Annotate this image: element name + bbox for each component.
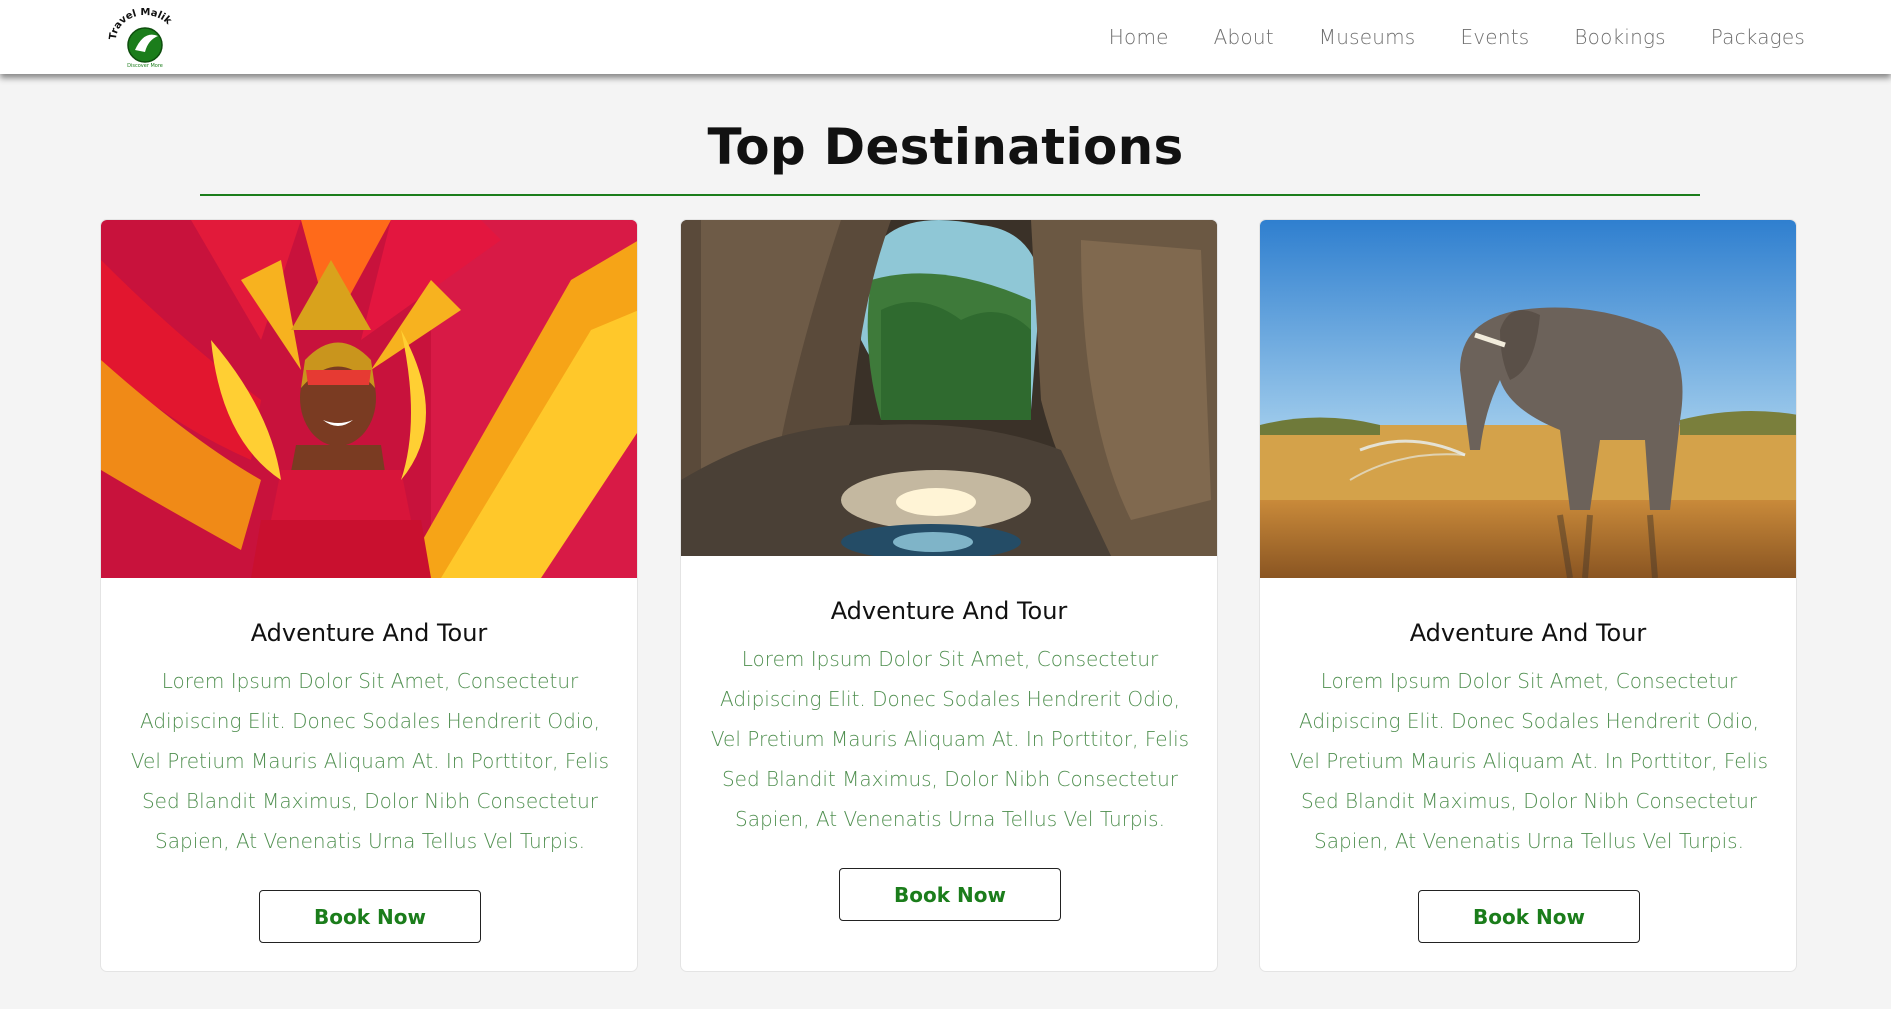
card-description: Lorem Ipsum Dolor Sit Amet, Consectetur … [130, 669, 610, 853]
destination-card: Adventure And Tour Lorem Ipsum Dolor Sit… [1259, 219, 1797, 972]
logo-tagline: Discover More [127, 63, 163, 69]
destination-card: Adventure And Tour Lorem Ipsum Dolor Sit… [680, 219, 1218, 972]
cave-landscape-photo [681, 220, 1217, 556]
card-description: Lorem Ipsum Dolor Sit Amet, Consectetur … [710, 647, 1190, 831]
top-navbar: Travel Malik Discover More Home About Mu… [0, 0, 1891, 74]
nav-bookings-link[interactable]: Bookings [1574, 25, 1665, 49]
card-title: Adventure And Tour [830, 597, 1068, 625]
nav-museums-link[interactable]: Museums [1319, 25, 1416, 49]
logo-emblem-icon: Travel Malik Discover More [108, 7, 174, 69]
elephant-savanna-photo [1260, 220, 1796, 578]
section-title: Top Destinations [707, 118, 1184, 176]
card-title: Adventure And Tour [1409, 619, 1647, 647]
card-description: Lorem Ipsum Dolor Sit Amet, Consectetur … [1289, 669, 1769, 853]
card-title: Adventure And Tour [250, 619, 488, 647]
nav-events-link[interactable]: Events [1460, 25, 1529, 49]
destination-card: Adventure And Tour Lorem Ipsum Dolor Sit… [100, 219, 638, 972]
nav-packages-link[interactable]: Packages [1711, 25, 1805, 49]
nav-home-link[interactable]: Home [1109, 25, 1169, 49]
title-underline [200, 194, 1700, 196]
brand-logo[interactable]: Travel Malik Discover More [108, 7, 182, 70]
main-nav: Home About Museums Events Bookings Packa… [1109, 0, 1805, 74]
carnival-dancer-photo [101, 220, 637, 578]
book-now-button[interactable]: Book Now [259, 890, 481, 943]
book-now-button[interactable]: Book Now [1418, 890, 1640, 943]
book-now-button[interactable]: Book Now [839, 868, 1061, 921]
nav-about-link[interactable]: About [1214, 25, 1274, 49]
